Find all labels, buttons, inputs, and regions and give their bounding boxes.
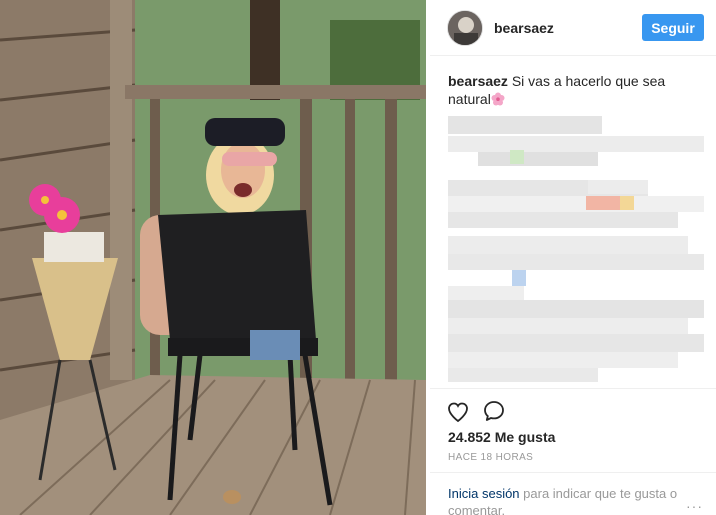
comment-icon[interactable] [482, 399, 506, 423]
cherry-blossom-icon [491, 92, 505, 106]
follow-button[interactable]: Seguir [642, 14, 704, 41]
caption: bearsaez Si vas a hacerlo que sea natura… [448, 72, 703, 108]
heart-icon[interactable] [446, 400, 470, 424]
more-options-button[interactable]: ··· [686, 498, 703, 514]
login-link[interactable]: Inicia sesión [448, 486, 520, 501]
login-prompt: Inicia sesión para indicar que te gusta … [430, 472, 716, 515]
avatar[interactable] [447, 9, 483, 46]
avatar-image-icon [448, 10, 482, 45]
post-photo [0, 0, 426, 515]
caption-author[interactable]: bearsaez [448, 73, 508, 89]
action-bar [430, 388, 716, 428]
like-count[interactable]: 24.852 Me gusta [448, 429, 555, 445]
username[interactable]: bearsaez [494, 20, 554, 36]
post-details-panel: bearsaez Seguir bearsaez Si vas a hacerl… [430, 0, 716, 515]
post-header: bearsaez Seguir [430, 0, 716, 56]
blurred-comments [448, 116, 704, 386]
post-timestamp[interactable]: HACE 18 HORAS [448, 452, 533, 463]
